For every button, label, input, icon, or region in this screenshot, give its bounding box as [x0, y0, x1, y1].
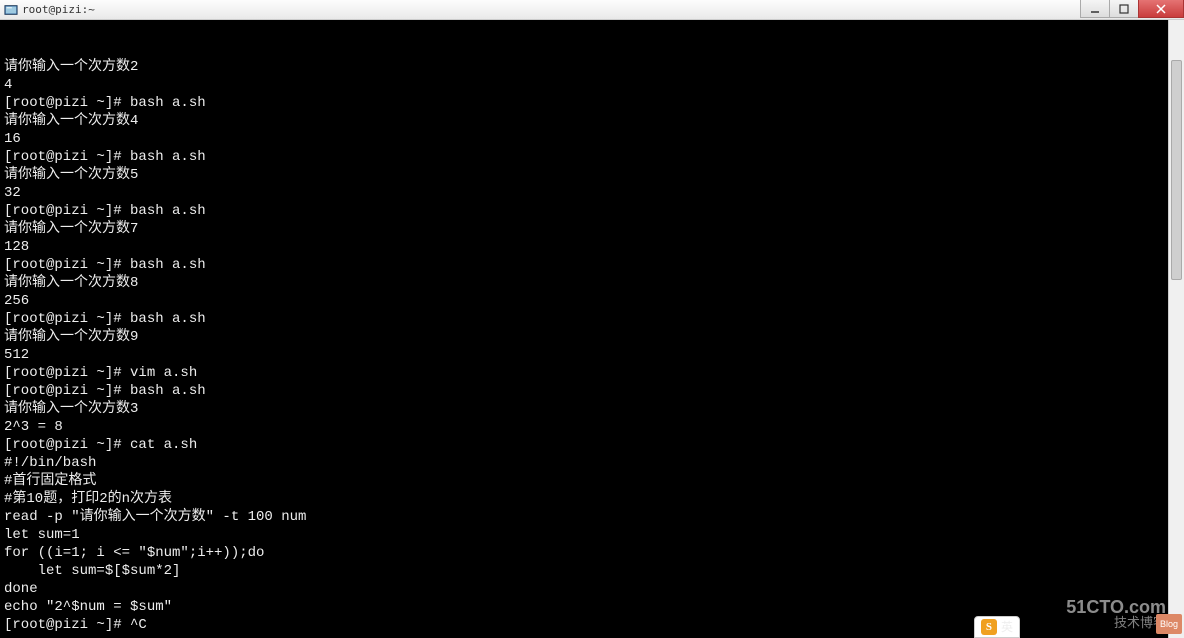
terminal-line: 256	[4, 292, 1180, 310]
terminal-line: [root@pizi ~]# bash a.sh	[4, 148, 1180, 166]
ime-lang: 英	[1001, 618, 1013, 636]
close-button[interactable]	[1138, 0, 1184, 18]
terminal-line: 请你输入一个次方数7	[4, 220, 1180, 238]
terminal-line: 请你输入一个次方数9	[4, 328, 1180, 346]
terminal-line: #第10题，打印2的n次方表	[4, 490, 1180, 508]
sogou-icon: S	[981, 619, 997, 635]
scrollbar-thumb[interactable]	[1171, 60, 1182, 280]
terminal-line: [root@pizi ~]# bash a.sh	[4, 202, 1180, 220]
terminal-line: 32	[4, 184, 1180, 202]
window-title: root@pizi:~	[22, 3, 95, 16]
terminal-line: 请你输入一个次方数5	[4, 166, 1180, 184]
titlebar[interactable]: root@pizi:~	[0, 0, 1184, 20]
terminal-line: #首行固定格式	[4, 472, 1180, 490]
terminal-line: let sum=$[$sum*2]	[4, 562, 1180, 580]
terminal[interactable]: 请你输入一个次方数24[root@pizi ~]# bash a.sh请你输入一…	[0, 20, 1184, 638]
terminal-line: [root@pizi ~]# bash a.sh	[4, 310, 1180, 328]
terminal-output: 请你输入一个次方数24[root@pizi ~]# bash a.sh请你输入一…	[4, 58, 1180, 634]
app-window: root@pizi:~ 请你输入一个次方数24[root@pizi ~]# ba…	[0, 0, 1184, 638]
terminal-line: [root@pizi ~]# bash a.sh	[4, 382, 1180, 400]
terminal-line: 512	[4, 346, 1180, 364]
terminal-line: [root@pizi ~]# cat a.sh	[4, 436, 1180, 454]
terminal-line: 128	[4, 238, 1180, 256]
terminal-line: read -p "请你输入一个次方数" -t 100 num	[4, 508, 1180, 526]
putty-icon	[4, 3, 18, 17]
terminal-line: done	[4, 580, 1180, 598]
terminal-line: #!/bin/bash	[4, 454, 1180, 472]
terminal-line: 请你输入一个次方数3	[4, 400, 1180, 418]
terminal-line: 16	[4, 130, 1180, 148]
terminal-line: [root@pizi ~]# bash a.sh	[4, 94, 1180, 112]
terminal-line: echo "2^$num = $sum"	[4, 598, 1180, 616]
terminal-line: 请你输入一个次方数2	[4, 58, 1180, 76]
close-icon	[1156, 4, 1166, 14]
terminal-line: 请你输入一个次方数8	[4, 274, 1180, 292]
terminal-line: for ((i=1; i <= "$num";i++));do	[4, 544, 1180, 562]
ime-badge[interactable]: S 英	[974, 616, 1020, 638]
terminal-line: let sum=1	[4, 526, 1180, 544]
minimize-icon	[1090, 4, 1100, 14]
scrollbar[interactable]	[1168, 20, 1184, 638]
terminal-line: 4	[4, 76, 1180, 94]
maximize-icon	[1119, 4, 1129, 14]
maximize-button[interactable]	[1109, 0, 1139, 18]
minimize-button[interactable]	[1080, 0, 1110, 18]
terminal-line: 请你输入一个次方数4	[4, 112, 1180, 130]
terminal-line: [root@pizi ~]# vim a.sh	[4, 364, 1180, 382]
terminal-line: 2^3 = 8	[4, 418, 1180, 436]
terminal-line: [root@pizi ~]# bash a.sh	[4, 256, 1180, 274]
window-controls	[1081, 0, 1184, 18]
blog-badge: Blog	[1156, 614, 1182, 634]
